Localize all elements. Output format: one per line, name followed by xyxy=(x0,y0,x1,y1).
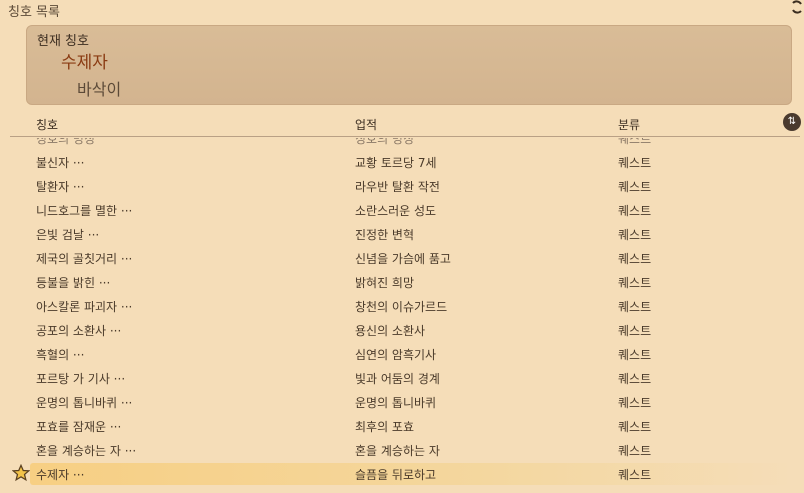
row-title-cell: 포효를 잠재운 ··· xyxy=(36,420,122,434)
row-achievement-cell: 혼을 계승하는 자 xyxy=(355,444,440,458)
row-title-cell: 혼을 계승하는 자 ··· xyxy=(36,444,137,458)
sort-toggle-icon[interactable]: ⇅ xyxy=(783,113,801,131)
row-category-cell: 퀘스트 xyxy=(618,300,652,314)
row-achievement-cell: 빛과 어둠의 경계 xyxy=(355,372,440,386)
row-title-cell: 공포의 소환사 ··· xyxy=(36,324,122,338)
row-category-cell: 퀘스트 xyxy=(618,138,652,146)
refresh-icon[interactable] xyxy=(790,0,804,14)
row-achievement-cell: 창천의 이슈가르드 xyxy=(355,300,448,314)
row-title-cell: 흑혈의 ··· xyxy=(36,348,85,362)
table-row[interactable]: 흑혈의 ··· 심연의 암흑기사 퀘스트 xyxy=(0,342,804,366)
row-category-cell: 퀘스트 xyxy=(618,420,652,434)
row-achievement-cell: 교황 토르당 7세 xyxy=(355,156,437,170)
row-title-cell: 운명의 톱니바퀴 ··· xyxy=(36,396,133,410)
row-category-cell: 퀘스트 xyxy=(618,180,652,194)
table-row[interactable]: 칭호의 명칭 칭호의 명칭 퀘스트 xyxy=(0,138,804,150)
row-category-cell: 퀘스트 xyxy=(618,156,652,170)
star-icon xyxy=(12,464,30,482)
current-title-label: 현재 칭호 xyxy=(37,34,89,49)
row-category-cell: 퀘스트 xyxy=(618,228,652,242)
row-category-cell: 퀘스트 xyxy=(618,204,652,218)
window-titlebar: 칭호 목록 xyxy=(0,0,804,20)
row-achievement-cell: 칭호의 명칭 xyxy=(355,138,415,146)
row-achievement-cell: 슬픔을 뒤로하고 xyxy=(355,468,437,482)
title-list: 칭호의 명칭 칭호의 명칭 퀘스트 불신자 ··· 교황 토르당 7세 퀘스트 탈환자 ··… xyxy=(0,138,804,493)
list-header: 칭호 업적 분류 xyxy=(0,114,804,136)
table-row[interactable]: 운명의 톱니바퀴 ··· 운명의 톱니바퀴 퀘스트 xyxy=(0,390,804,414)
row-title-cell: 제국의 골칫거리 ··· xyxy=(36,252,133,266)
column-header-achievement[interactable]: 업적 xyxy=(355,116,377,133)
row-achievement-cell: 진정한 변혁 xyxy=(355,228,415,242)
row-category-cell: 퀘스트 xyxy=(618,396,652,410)
current-title-panel: 현재 칭호 수제자 바삭이 xyxy=(26,25,792,105)
header-divider xyxy=(10,136,800,137)
column-header-category[interactable]: 분류 xyxy=(618,116,640,133)
table-row[interactable]: 혼을 계승하는 자 ··· 혼을 계승하는 자 퀘스트 xyxy=(0,438,804,462)
row-title-cell: 아스칼론 파괴자 ··· xyxy=(36,300,133,314)
row-achievement-cell: 최후의 포효 xyxy=(355,420,415,434)
row-category-cell: 퀘스트 xyxy=(618,444,652,458)
table-row[interactable]: 은빛 검날 ··· 진정한 변혁 퀘스트 xyxy=(0,222,804,246)
table-row[interactable]: 탈환자 ··· 라우반 탈환 작전 퀘스트 xyxy=(0,174,804,198)
row-achievement-cell: 신념을 가슴에 품고 xyxy=(355,252,451,266)
row-title-cell: 탈환자 ··· xyxy=(36,180,85,194)
current-character-name: 바삭이 xyxy=(77,80,122,99)
row-title-cell: 등불을 밝힌 ··· xyxy=(36,276,111,290)
row-title-cell: 불신자 ··· xyxy=(36,156,85,170)
table-row[interactable]: 공포의 소환사 ··· 용신의 소환사 퀘스트 xyxy=(0,318,804,342)
table-row[interactable]: 니드호그를 멸한 ··· 소란스러운 성도 퀘스트 xyxy=(0,198,804,222)
window-title: 칭호 목록 xyxy=(8,5,60,20)
row-title-cell: 포르탕 가 기사 ··· xyxy=(36,372,126,386)
row-title-cell: 칭호의 명칭 xyxy=(36,138,96,146)
row-title-cell: 수제자 ··· xyxy=(36,468,85,482)
table-row-selected[interactable]: 수제자 ··· 슬픔을 뒤로하고 퀘스트 xyxy=(0,462,804,486)
table-row[interactable]: 포르탕 가 기사 ··· 빛과 어둠의 경계 퀘스트 xyxy=(0,366,804,390)
table-row[interactable]: 아스칼론 파괴자 ··· 창천의 이슈가르드 퀘스트 xyxy=(0,294,804,318)
table-row[interactable]: 불신자 ··· 교황 토르당 7세 퀘스트 xyxy=(0,150,804,174)
row-achievement-cell: 소란스러운 성도 xyxy=(355,204,437,218)
current-title-name: 수제자 xyxy=(61,53,108,73)
row-category-cell: 퀘스트 xyxy=(618,252,652,266)
row-achievement-cell: 밝혀진 희망 xyxy=(355,276,415,290)
row-category-cell: 퀘스트 xyxy=(618,324,652,338)
row-category-cell: 퀘스트 xyxy=(618,276,652,290)
table-row[interactable]: 제국의 골칫거리 ··· 신념을 가슴에 품고 퀘스트 xyxy=(0,246,804,270)
column-header-title[interactable]: 칭호 xyxy=(36,116,58,133)
row-title-cell: 니드호그를 멸한 ··· xyxy=(36,204,133,218)
row-category-cell: 퀘스트 xyxy=(618,372,652,386)
row-achievement-cell: 심연의 암흑기사 xyxy=(355,348,437,362)
row-achievement-cell: 운명의 톱니바퀴 xyxy=(355,396,437,410)
row-title-cell: 은빛 검날 ··· xyxy=(36,228,100,242)
table-row[interactable]: 포효를 잠재운 ··· 최후의 포효 퀘스트 xyxy=(0,414,804,438)
row-achievement-cell: 라우반 탈환 작전 xyxy=(355,180,440,194)
row-category-cell: 퀘스트 xyxy=(618,468,652,482)
table-row[interactable]: 등불을 밝힌 ··· 밝혀진 희망 퀘스트 xyxy=(0,270,804,294)
row-category-cell: 퀘스트 xyxy=(618,348,652,362)
row-achievement-cell: 용신의 소환사 xyxy=(355,324,426,338)
